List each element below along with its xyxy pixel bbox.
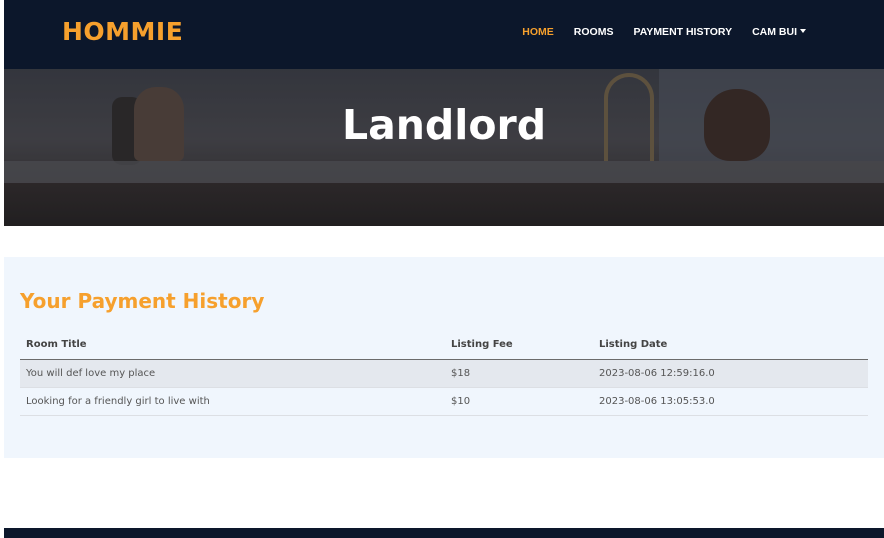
- user-name: CAM BUI: [752, 26, 797, 38]
- brand-logo[interactable]: HOMMIE: [62, 17, 183, 46]
- table-row: You will def love my place $18 2023-08-0…: [20, 359, 868, 388]
- footer: [4, 528, 884, 538]
- listing-date-cell: 2023-08-06 13:05:53.0: [593, 387, 868, 416]
- room-title-cell: You will def love my place: [20, 359, 445, 388]
- navbar: HOMMIE HOME ROOMS PAYMENT HISTORY CAM BU…: [4, 0, 884, 69]
- column-header: Room Title: [20, 331, 445, 360]
- table-row: Looking for a friendly girl to live with…: [20, 387, 868, 416]
- hero-title: Landlord: [341, 101, 547, 149]
- nav-payment-history[interactable]: PAYMENT HISTORY: [633, 26, 732, 38]
- payment-history-section: Your Payment History Room Title Listing …: [4, 257, 884, 458]
- main-nav: HOME ROOMS PAYMENT HISTORY CAM BUI: [522, 26, 806, 38]
- listing-fee-cell: $10: [445, 387, 593, 416]
- nav-user-menu[interactable]: CAM BUI: [752, 26, 806, 38]
- section-title: Your Payment History: [20, 289, 265, 313]
- table-header-row: Room Title Listing Fee Listing Date: [20, 331, 868, 360]
- caret-down-icon: [800, 29, 806, 33]
- listing-fee-cell: $18: [445, 359, 593, 388]
- column-header: Listing Fee: [445, 331, 593, 360]
- column-header: Listing Date: [593, 331, 868, 360]
- nav-home[interactable]: HOME: [522, 26, 554, 38]
- listing-date-cell: 2023-08-06 12:59:16.0: [593, 359, 868, 388]
- payment-table: Room Title Listing Fee Listing Date You …: [20, 331, 868, 416]
- nav-rooms[interactable]: ROOMS: [574, 26, 614, 38]
- page: HOMMIE HOME ROOMS PAYMENT HISTORY CAM BU…: [4, 0, 884, 538]
- room-title-cell: Looking for a friendly girl to live with: [20, 387, 445, 416]
- hero-banner: Landlord: [4, 69, 884, 226]
